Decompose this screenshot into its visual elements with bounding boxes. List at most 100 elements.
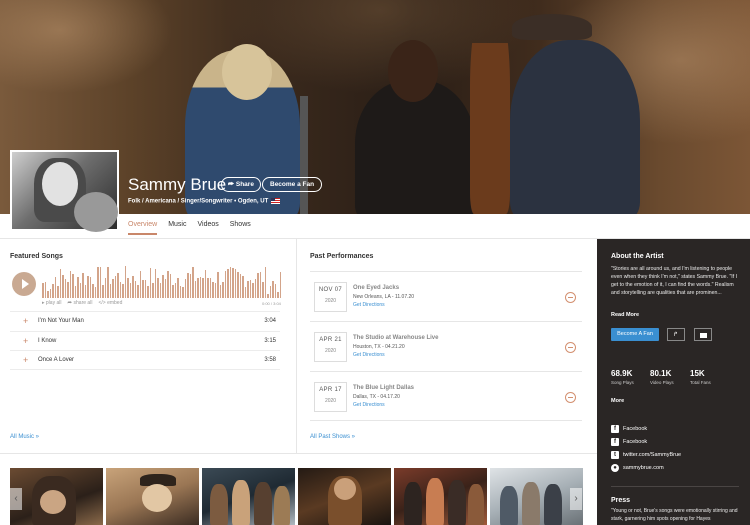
waveform-bar: [249, 280, 251, 298]
song-row[interactable]: + I'm Not Your Man 3:04: [10, 311, 280, 331]
waveform-bar: [177, 278, 179, 298]
waveform-bar: [224, 271, 226, 298]
social-link-facebook[interactable]: f Facebook: [611, 438, 681, 451]
waveform-bar: [44, 281, 46, 298]
chevron-left-icon: ‹: [14, 493, 18, 504]
share-button[interactable]: ⮫ Share: [221, 177, 261, 192]
waveform-bar: [124, 266, 126, 298]
share-all-link[interactable]: ⮫ share all: [67, 300, 92, 306]
waveform-bar: [89, 277, 91, 298]
get-directions-link[interactable]: Get Directions: [353, 402, 385, 408]
waveform-bar: [137, 284, 139, 298]
add-icon[interactable]: +: [23, 355, 28, 365]
performance-item: APR 17 2020 The Blue Light Dallas Dallas…: [310, 371, 582, 421]
waveform-bar: [42, 283, 44, 298]
tab-shows[interactable]: Shows: [230, 221, 251, 235]
waveform-bar: [179, 286, 181, 298]
stat-song-plays: 68.9K Song Plays: [611, 369, 634, 385]
waveform-bar: [199, 277, 201, 298]
date-box: APR 17 2020: [314, 382, 347, 412]
embed-link[interactable]: </> embed: [98, 300, 122, 306]
get-directions-link[interactable]: Get Directions: [353, 352, 385, 358]
press-quote: "Young or not, Brue's songs were emotion…: [611, 508, 738, 522]
social-link-twitter[interactable]: t twitter.com/SammyBrue: [611, 451, 681, 464]
venue-name[interactable]: The Blue Light Dallas: [353, 385, 414, 391]
venue-location: Dallas, TX - 04.17.20: [353, 394, 400, 400]
venue-location: New Orleans, LA - 11.07.20: [353, 294, 415, 300]
waveform-bar: [207, 278, 209, 298]
play-button[interactable]: [12, 272, 36, 296]
waveform-bar: [132, 275, 134, 298]
add-icon[interactable]: +: [23, 336, 28, 346]
facebook-icon: f: [611, 425, 619, 433]
waveform-bar: [159, 282, 161, 298]
gallery-next-button[interactable]: ›: [570, 488, 582, 510]
collapse-icon[interactable]: [565, 292, 576, 303]
waveform-bar: [62, 275, 64, 298]
add-icon[interactable]: +: [23, 316, 28, 326]
tab-videos[interactable]: Videos: [197, 221, 218, 235]
venue-name[interactable]: The Studio at Warehouse Live: [353, 335, 438, 341]
gallery-photo[interactable]: [202, 468, 295, 525]
waveform-bar: [182, 286, 184, 298]
waveform-bar: [279, 272, 281, 298]
waveform-bar: [139, 271, 141, 298]
date-month-day: APR 17: [319, 387, 342, 393]
waveform-bar: [212, 282, 214, 298]
waveform-bar: [52, 284, 54, 298]
sidebar-share-button[interactable]: ↱: [667, 328, 685, 341]
read-more-link[interactable]: Read More: [611, 312, 639, 318]
waveform-bar: [262, 282, 264, 298]
waveform-bar: [69, 270, 71, 298]
email-icon: [700, 333, 707, 338]
sidebar-email-button[interactable]: [694, 328, 712, 341]
waveform-bar: [239, 273, 241, 298]
gallery-photo[interactable]: [298, 468, 391, 525]
collapse-icon[interactable]: [565, 342, 576, 353]
gallery-prev-button[interactable]: ‹: [10, 488, 22, 510]
date-year: 2020: [324, 398, 337, 404]
social-link-facebook[interactable]: f Facebook: [611, 425, 681, 438]
all-past-shows-link[interactable]: All Past Shows »: [310, 434, 355, 440]
gallery-photo[interactable]: [10, 468, 103, 525]
waveform-bar: [99, 266, 101, 298]
waveform-bar: [229, 266, 231, 298]
venue-name[interactable]: One Eyed Jacks: [353, 285, 399, 291]
gallery-photo[interactable]: [106, 468, 199, 525]
waveform[interactable]: [42, 266, 282, 298]
waveform-bar: [234, 269, 236, 298]
waveform-bar: [264, 266, 266, 298]
waveform-bar: [57, 286, 59, 298]
song-list: + I'm Not Your Man 3:04 + I Know 3:15 + …: [10, 311, 280, 370]
become-fan-button[interactable]: Become a Fan: [262, 177, 323, 192]
waveform-bar: [267, 293, 269, 298]
waveform-bar: [49, 288, 51, 298]
song-row[interactable]: + Once A Lover 3:58: [10, 350, 280, 370]
tab-music[interactable]: Music: [168, 221, 186, 235]
artist-name: Sammy Brue: [128, 175, 227, 194]
waveform-bar: [149, 267, 151, 298]
artist-avatar: [10, 150, 119, 232]
all-music-link[interactable]: All Music »: [10, 434, 39, 440]
waveform-bar: [244, 287, 246, 298]
tab-overview[interactable]: Overview: [128, 221, 158, 235]
get-directions-link[interactable]: Get Directions: [353, 302, 385, 308]
song-duration: 3:15: [264, 337, 276, 344]
song-duration: 3:04: [264, 318, 276, 324]
waveform-bar: [169, 273, 171, 298]
song-row[interactable]: + I Know 3:15: [10, 330, 280, 351]
social-links: f Facebook f Facebook t twitter.com/Samm…: [611, 425, 681, 477]
more-link[interactable]: More: [611, 398, 624, 404]
play-all-link[interactable]: ▸ play all: [42, 300, 61, 306]
song-title: Once A Lover: [38, 357, 75, 363]
share-icon: ⮫: [228, 181, 235, 188]
social-link-label: Facebook: [623, 439, 648, 445]
collapse-icon[interactable]: [565, 392, 576, 403]
waveform-bar: [72, 273, 74, 298]
stat-value: 15K: [690, 369, 705, 378]
stat-label: Total Fans: [690, 380, 711, 385]
sidebar-become-fan-button[interactable]: Become A Fan: [611, 328, 659, 341]
waveform-bar: [222, 282, 224, 298]
gallery-photo[interactable]: [394, 468, 487, 525]
social-link-website[interactable]: ● sammybrue.com: [611, 464, 681, 477]
